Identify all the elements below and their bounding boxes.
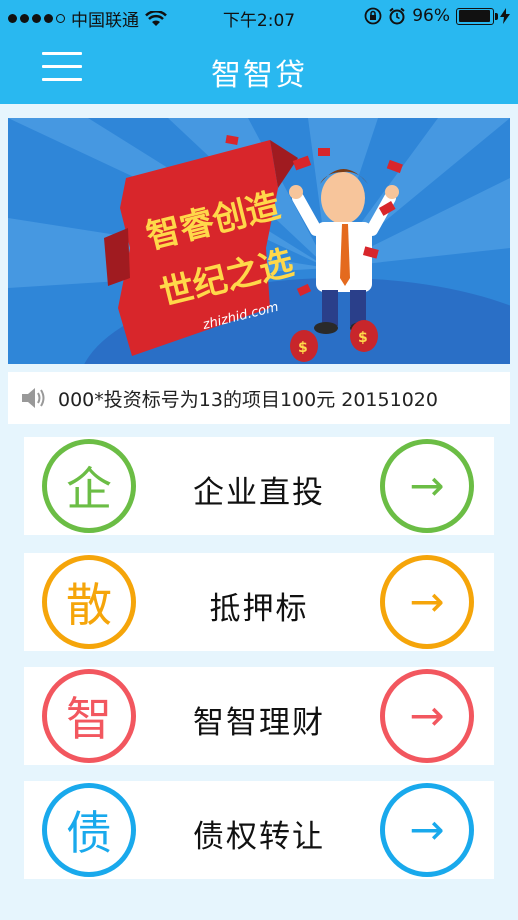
notice-bar: 000*投资标号为13的项目100元 20151020 [8,372,510,424]
svg-text:$: $ [358,330,368,346]
arrow-right-icon[interactable]: → [380,555,474,649]
arrow-right-icon[interactable]: → [380,439,474,533]
notice-text: 000*投资标号为13的项目100元 20151020 [58,388,438,411]
arrow-right-icon[interactable]: → [380,669,474,763]
promo-banner[interactable]: 智睿创造 世纪之选 zhizhid.com $ $ [8,118,510,364]
charging-icon [500,8,510,24]
alarm-icon [389,7,405,25]
card-debt-transfer[interactable]: 债 债权转让 → [24,781,494,879]
arrow-right-icon[interactable]: → [380,783,474,877]
card-mortgage[interactable]: 散 抵押标 → [24,553,494,651]
card-enterprise-direct[interactable]: 企 企业直投 → [24,437,494,535]
card-wealth[interactable]: 智 智智理财 → [24,667,494,765]
speaker-icon [22,388,45,408]
status-bar: 中国联通 下午2:07 96% [0,0,518,34]
nav-bar: 智智贷 [0,34,518,104]
banner-illustration: 智睿创造 世纪之选 zhizhid.com $ $ [8,118,510,364]
battery-icon [456,7,498,25]
page-title: 智智贷 [211,58,307,93]
svg-text:$: $ [298,340,308,356]
battery-percent: 96% [412,6,450,26]
rotation-lock-icon [364,7,382,25]
